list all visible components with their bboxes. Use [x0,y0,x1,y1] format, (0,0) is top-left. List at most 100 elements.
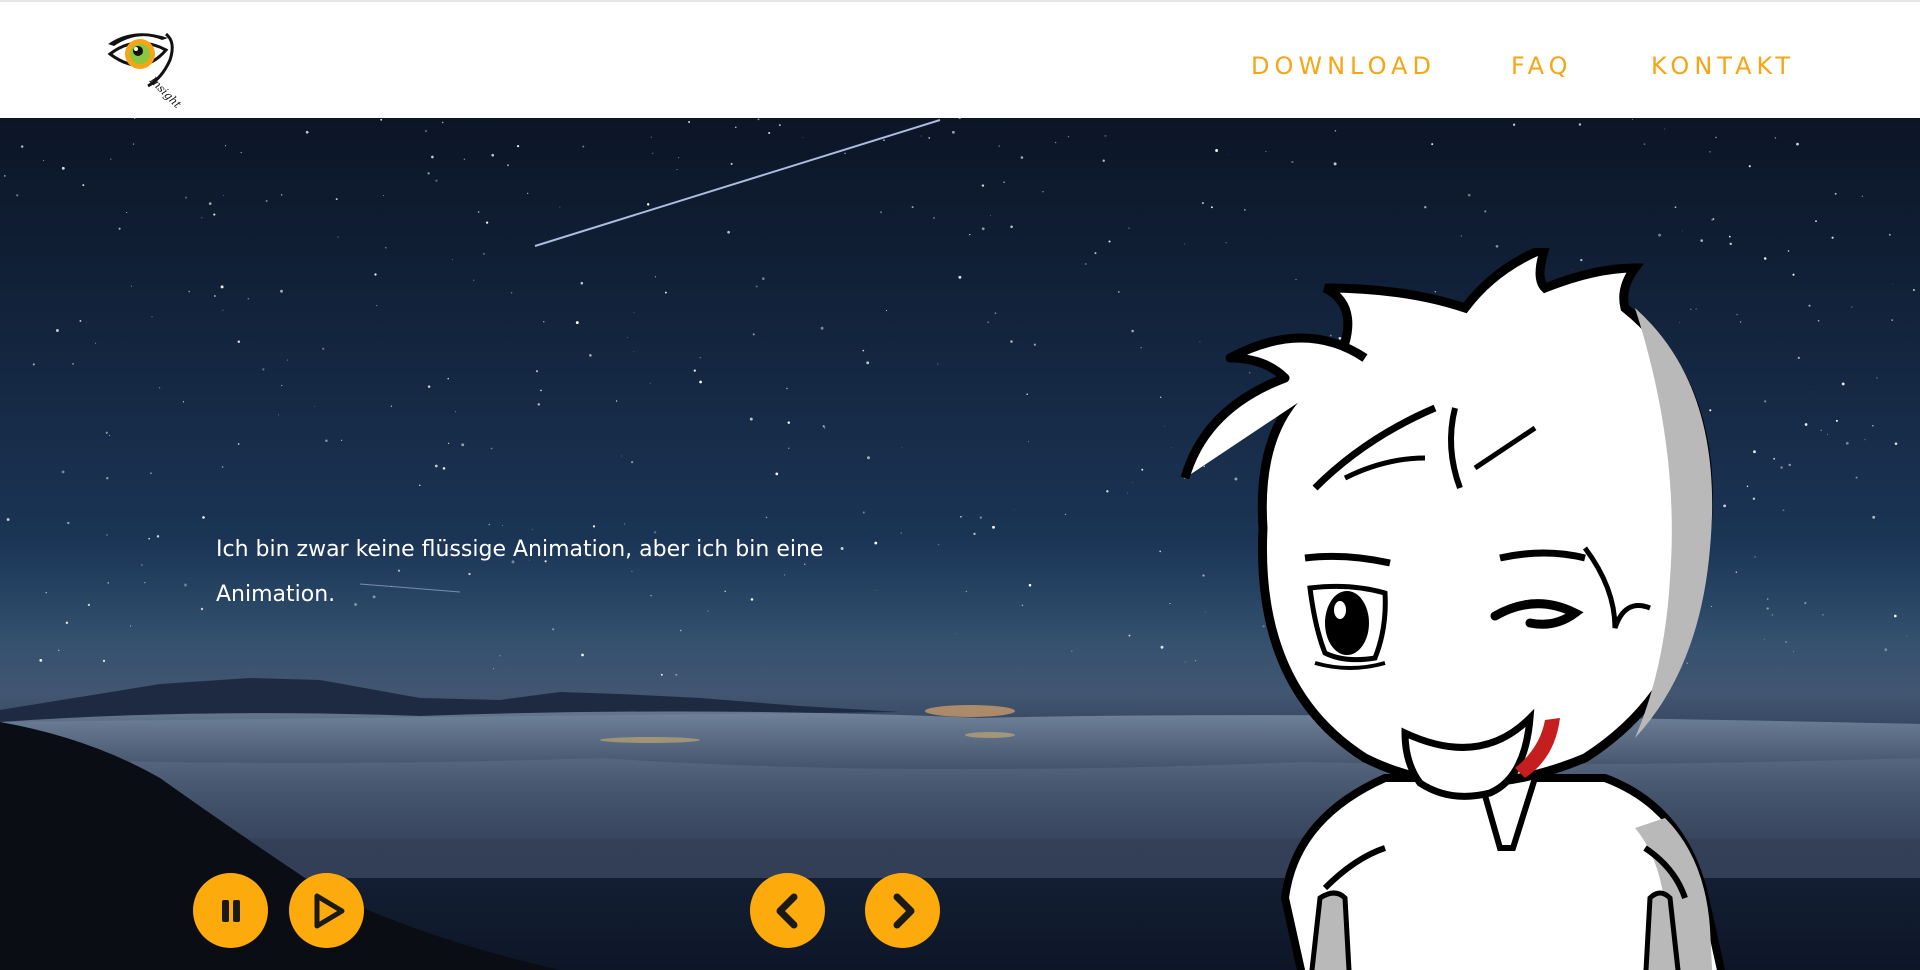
star [981,184,985,187]
star [280,289,283,293]
star [106,534,108,536]
star [1855,476,1858,479]
star [1820,429,1822,431]
star [987,321,990,324]
star [1431,143,1434,146]
star [1003,181,1005,183]
star [325,439,328,442]
star [955,633,957,634]
star [1033,343,1037,346]
star [61,470,65,474]
star [802,137,804,138]
star [265,200,268,202]
star [305,130,309,134]
star [151,316,153,318]
star [1787,250,1790,252]
star [992,525,995,529]
star [1804,423,1808,426]
star [650,136,652,138]
previous-button[interactable] [750,873,825,948]
star [786,387,788,390]
star [675,673,678,676]
star [844,152,846,155]
play-button[interactable] [289,873,364,948]
next-button[interactable] [865,873,940,948]
chevron-right-icon [893,893,914,928]
site-header: Insight DOWNLOAD FAQ KONTAKT [0,2,1920,118]
star [1128,634,1131,637]
star [4,175,6,177]
star [335,198,338,201]
star [1026,393,1028,396]
star [1709,151,1711,153]
star [727,230,730,234]
star [768,132,771,134]
nav-download[interactable]: DOWNLOAD [1251,52,1436,80]
chevron-left-icon [776,893,797,928]
star [660,673,663,676]
star [188,290,191,293]
star [39,659,43,662]
star [477,211,480,213]
star [200,607,204,611]
star [1796,142,1799,146]
star [615,400,618,402]
nav-faq[interactable]: FAQ [1511,52,1573,80]
star [65,621,69,625]
star [434,464,438,468]
star [499,655,501,657]
star [61,166,65,170]
star [1132,482,1133,483]
star [699,380,702,384]
star [543,321,545,323]
star [654,276,657,278]
star [633,312,635,314]
star [958,275,962,279]
star [1244,209,1246,211]
star [237,340,241,343]
star [969,234,971,236]
star [105,431,108,434]
star [1334,130,1337,132]
star [1841,382,1845,386]
star [911,206,914,209]
star [1106,490,1109,493]
star [286,359,288,361]
star [1864,439,1866,441]
star [510,292,513,294]
star [134,118,136,119]
hero-caption: Ich bin zwar keine flüssige Animation, a… [216,537,824,607]
star [1028,441,1029,443]
star [442,467,446,470]
star [1891,319,1894,321]
star [928,137,931,139]
star [649,382,651,384]
star [16,194,19,197]
star [1658,233,1661,237]
pause-button[interactable] [193,873,268,948]
shooting-star [534,119,941,247]
star [281,194,283,196]
star [775,472,779,476]
star [222,195,224,197]
star [757,118,760,121]
star [680,629,682,632]
star [621,455,622,457]
star [1834,192,1837,195]
star [222,309,224,311]
star [965,590,968,593]
star [1042,191,1044,193]
star [1159,550,1162,553]
star [1797,356,1800,360]
play-icon [314,893,344,928]
logo[interactable]: Insight [104,28,194,111]
star [1835,419,1838,422]
star [624,523,626,525]
star [752,333,755,336]
star [540,389,542,392]
nav-kontakt[interactable]: KONTAKT [1651,52,1795,80]
star [106,477,109,480]
star [221,466,224,468]
star [182,401,185,403]
star [575,321,579,325]
